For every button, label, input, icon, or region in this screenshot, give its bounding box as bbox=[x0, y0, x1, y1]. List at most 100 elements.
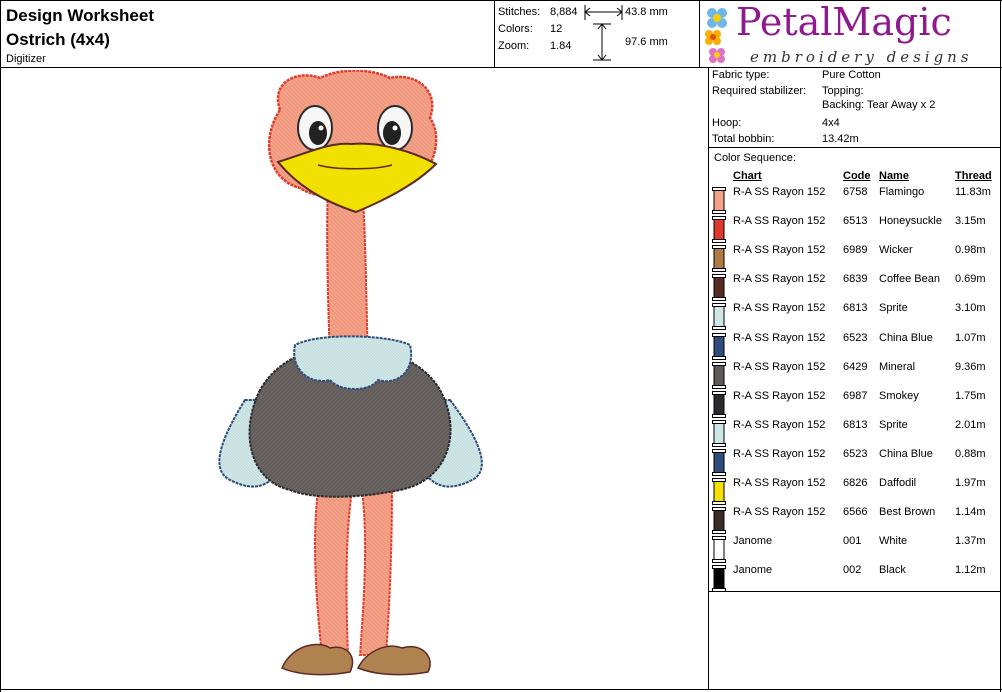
side-panel-divider bbox=[708, 67, 709, 689]
row-thread: 1.07m bbox=[955, 331, 986, 344]
row-name: Honeysuckle bbox=[879, 215, 942, 228]
row-code: 002 bbox=[843, 564, 862, 577]
digitizer-label: Digitizer bbox=[6, 53, 46, 65]
column-name: Name bbox=[879, 170, 909, 182]
thread-spool-icon bbox=[712, 187, 726, 214]
thread-spool-icon bbox=[712, 507, 726, 535]
thread-spool-icon bbox=[712, 216, 726, 244]
hoop-value: 4x4 bbox=[822, 117, 840, 129]
row-chart: R-A SS Rayon 152 bbox=[733, 244, 826, 257]
stitches-row: Stitches: 8,884 bbox=[498, 4, 578, 21]
row-thread: 1.12m bbox=[955, 564, 986, 577]
info-divider bbox=[708, 147, 1001, 148]
row-code: 6523 bbox=[843, 331, 868, 344]
color-sequence-row: R-A SS Rayon 152 6989 Wicker 0.98m bbox=[710, 243, 1000, 273]
right-border bbox=[1000, 0, 1001, 692]
stitches-value: 8,884 bbox=[550, 6, 578, 18]
row-code: 6513 bbox=[843, 215, 868, 228]
color-sequence-row: Janome 001 White 1.37m bbox=[710, 534, 1000, 564]
header-divider bbox=[0, 67, 1002, 68]
ostrich-design-preview bbox=[218, 70, 483, 676]
row-name: Sprite bbox=[879, 418, 908, 431]
row-chart: R-A SS Rayon 152 bbox=[733, 215, 826, 228]
color-sequence-row: R-A SS Rayon 152 6826 Daffodil 1.97m bbox=[710, 476, 1000, 505]
row-name: Best Brown bbox=[879, 506, 936, 519]
column-thread: Thread bbox=[955, 170, 992, 182]
column-code: Code bbox=[843, 170, 871, 182]
thread-spool-icon bbox=[712, 536, 726, 564]
row-chart: R-A SS Rayon 152 bbox=[733, 186, 826, 198]
row-name: China Blue bbox=[879, 331, 933, 344]
flower-icon bbox=[705, 8, 727, 63]
row-chart: R-A SS Rayon 152 bbox=[733, 389, 826, 402]
color-sequence-row: R-A SS Rayon 152 6758 Flamingo 11.83m bbox=[710, 185, 1000, 214]
thread-spool-icon bbox=[712, 361, 726, 389]
row-name: Coffee Bean bbox=[879, 273, 940, 286]
row-thread: 1.75m bbox=[955, 389, 986, 402]
logo-brand: PetalMagic bbox=[736, 0, 952, 44]
row-code: 6839 bbox=[843, 273, 868, 286]
row-thread: 0.69m bbox=[955, 273, 986, 286]
row-chart: R-A SS Rayon 152 bbox=[733, 506, 826, 519]
colors-value: 12 bbox=[550, 23, 563, 35]
stats-divider bbox=[494, 0, 495, 68]
color-sequence-row: R-A SS Rayon 152 6513 Honeysuckle 3.15m bbox=[710, 214, 1000, 244]
ostrich-legs bbox=[281, 489, 431, 676]
column-chart: Chart bbox=[733, 170, 762, 182]
row-code: 6813 bbox=[843, 302, 868, 315]
thread-spool-icon bbox=[712, 245, 726, 273]
row-code: 6826 bbox=[843, 477, 868, 489]
zoom-row: Zoom: 1.84 bbox=[498, 38, 571, 55]
row-chart: R-A SS Rayon 152 bbox=[733, 331, 826, 344]
thread-spool-icon bbox=[712, 332, 726, 360]
dimension-arrows-icon bbox=[584, 5, 623, 61]
row-name: Mineral bbox=[879, 360, 916, 373]
thread-spool-icon bbox=[712, 478, 726, 505]
row-thread: 1.37m bbox=[955, 535, 986, 548]
row-code: 6758 bbox=[843, 186, 868, 198]
row-name: Daffodil bbox=[879, 477, 917, 489]
color-sequence-row: R-A SS Rayon 152 6523 China Blue 1.07m bbox=[710, 331, 1000, 360]
row-code: 001 bbox=[843, 535, 862, 548]
color-sequence-row: R-A SS Rayon 152 6987 Smokey 1.75m bbox=[710, 389, 1000, 418]
row-thread: 1.14m bbox=[955, 506, 986, 519]
fabric-label: Fabric type: bbox=[712, 69, 770, 81]
row-code: 6523 bbox=[843, 447, 868, 460]
stabilizer-label: Required stabilizer: bbox=[712, 85, 807, 97]
row-thread: 0.98m bbox=[955, 244, 986, 257]
bottom-border bbox=[0, 689, 1002, 690]
worksheet-title: Design Worksheet bbox=[6, 6, 155, 25]
topping-value: Topping: bbox=[822, 85, 864, 97]
design-width: 43.8 mm bbox=[625, 6, 668, 18]
thread-spool-icon bbox=[712, 419, 726, 447]
row-chart: Janome bbox=[733, 535, 773, 548]
row-thread: 1.97m bbox=[955, 477, 986, 489]
colors-label: Colors: bbox=[498, 23, 533, 35]
row-code: 6989 bbox=[843, 244, 868, 257]
color-sequence-row: R-A SS Rayon 152 6429 Mineral 9.36m bbox=[710, 360, 1000, 389]
color-sequence-label: Color Sequence: bbox=[714, 152, 796, 164]
row-name: Black bbox=[879, 564, 906, 577]
bobbin-label: Total bobbin: bbox=[712, 133, 775, 145]
row-chart: R-A SS Rayon 152 bbox=[733, 477, 826, 489]
stitches-label: Stitches: bbox=[498, 6, 541, 18]
ostrich-head bbox=[267, 70, 438, 214]
row-thread: 2.01m bbox=[955, 418, 986, 431]
row-chart: R-A SS Rayon 152 bbox=[733, 273, 826, 286]
left-border bbox=[0, 0, 1, 692]
fabric-value: Pure Cotton bbox=[822, 69, 881, 81]
color-sequence-row: Janome 002 Black 1.12m bbox=[710, 563, 1000, 593]
thread-spool-icon bbox=[712, 448, 726, 476]
color-sequence-row: R-A SS Rayon 152 6813 Sprite 3.10m bbox=[710, 301, 1000, 331]
thread-spool-icon bbox=[712, 303, 726, 331]
row-chart: R-A SS Rayon 152 bbox=[733, 360, 826, 373]
row-name: China Blue bbox=[879, 447, 933, 460]
color-sequence-row: R-A SS Rayon 152 6813 Sprite 2.01m bbox=[710, 418, 1000, 447]
bobbin-value: 13.42m bbox=[822, 133, 859, 145]
row-thread: 0.88m bbox=[955, 447, 986, 460]
color-sequence-row: R-A SS Rayon 152 6523 China Blue 0.88m bbox=[710, 447, 1000, 476]
thread-spool-icon bbox=[712, 565, 726, 593]
row-name: Flamingo bbox=[879, 186, 925, 198]
backing-value: Backing: Tear Away x 2 bbox=[822, 99, 936, 111]
row-code: 6987 bbox=[843, 389, 868, 402]
